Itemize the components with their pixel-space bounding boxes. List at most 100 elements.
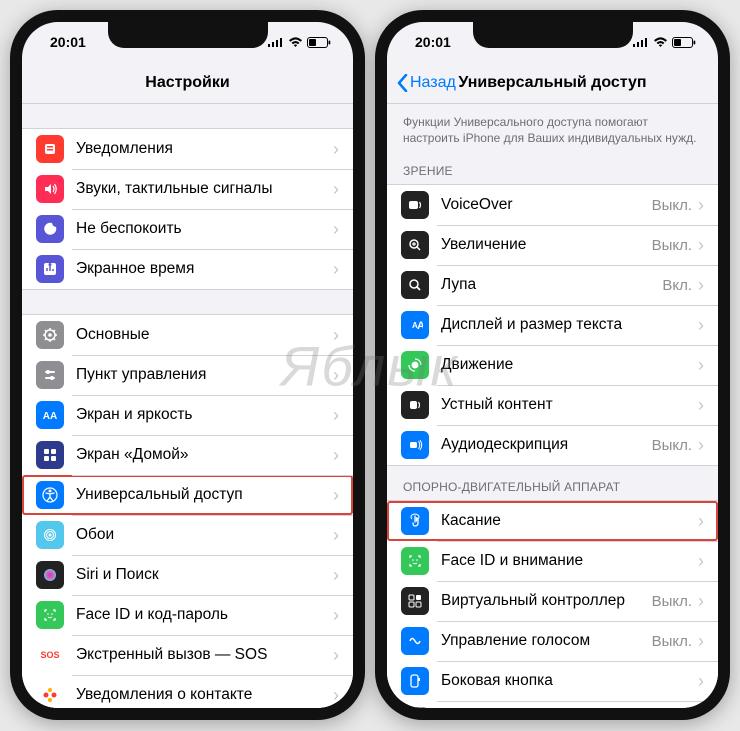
display-icon: AA [36,401,64,429]
battery-icon [307,37,331,48]
chevron-right-icon: › [333,365,339,386]
row-label: Обои [76,526,333,544]
row-value: Выкл. [652,237,692,254]
settings-row-siri[interactable]: Siri и Поиск› [22,555,353,595]
content-left[interactable]: Уведомления›Звуки, тактильные сигналы›Не… [22,104,353,708]
row-label: Лупа [441,276,662,294]
section-header-vision: ЗРЕНИЕ [387,150,718,184]
chevron-right-icon: › [333,139,339,160]
page-title: Универсальный доступ [458,74,646,92]
audiodesc-icon [401,431,429,459]
chevron-right-icon: › [333,485,339,506]
sos-icon: SOS [36,641,64,669]
row-label: Основные [76,326,333,344]
settings-row-faceid[interactable]: Face ID и код-пароль› [22,595,353,635]
row-label: Уведомления [76,140,333,158]
svg-text:A: A [417,320,423,332]
row-label: Экран и яркость [76,406,333,424]
faceid-att-icon [401,547,429,575]
settings-row-screentime[interactable]: Экранное время› [22,249,353,289]
touch-icon [401,507,429,535]
settings-row-controlcenter[interactable]: Пункт управления› [22,355,353,395]
settings-row-wallpaper[interactable]: Обои› [22,515,353,555]
row-label: Виртуальный контроллер [441,592,652,610]
chevron-right-icon: › [698,591,704,612]
settings-row-textsize[interactable]: AAДисплей и размер текста› [387,305,718,345]
settings-row-audiodesc[interactable]: АудиодескрипцияВыкл.› [387,425,718,465]
row-label: Увеличение [441,236,652,254]
screentime-icon [36,255,64,283]
settings-row-dnd[interactable]: Не беспокоить› [22,209,353,249]
notch [108,22,268,48]
row-label: Дисплей и размер текста [441,316,698,334]
signal-icon [633,37,649,47]
settings-row-sidebutton[interactable]: Боковая кнопка› [387,661,718,701]
row-value: Вкл. [662,277,692,294]
settings-row-touch[interactable]: Касание› [387,501,718,541]
phone-left: 20:01 Настройки Уведомления›Звуки, такти… [10,10,365,720]
row-label: Пункт управления [76,366,333,384]
chevron-right-icon: › [698,235,704,256]
settings-row-switchcontrol[interactable]: Виртуальный контроллерВыкл.› [387,581,718,621]
settings-row-voiceover[interactable]: VoiceOverВыкл.› [387,185,718,225]
settings-row-sos[interactable]: SOSЭкстренный вызов — SOS› [22,635,353,675]
settings-row-display[interactable]: AA Экран и яркость› [22,395,353,435]
chevron-right-icon: › [333,645,339,666]
settings-row-notifications[interactable]: Уведомления› [22,129,353,169]
chevron-right-icon: › [333,405,339,426]
back-label: Назад [410,74,456,92]
row-label: Аудиодескрипция [441,436,652,454]
row-label: Звуки, тактильные сигналы [76,180,333,198]
settings-row-homescreen[interactable]: Экран «Домой»› [22,435,353,475]
homescreen-icon [36,441,64,469]
chevron-left-icon [397,74,408,92]
chevron-right-icon: › [333,179,339,200]
chevron-right-icon: › [698,551,704,572]
row-label: Движение [441,356,698,374]
settings-row-sounds[interactable]: Звуки, тактильные сигналы› [22,169,353,209]
notifications-icon [36,135,64,163]
svg-text:AA: AA [43,411,57,422]
navbar: Назад Универсальный доступ [387,62,718,104]
faceid-icon [36,601,64,629]
siri-icon [36,561,64,589]
settings-row-spoken[interactable]: Устный контент› [387,385,718,425]
content-right[interactable]: Функции Универсального доступа помогают … [387,104,718,708]
general-icon [36,321,64,349]
chevron-right-icon: › [333,605,339,626]
navbar: Настройки [22,62,353,104]
accessibility-icon [36,481,64,509]
row-label: Уведомления о контакте [76,686,333,704]
chevron-right-icon: › [333,565,339,586]
settings-row-accessibility[interactable]: Универсальный доступ› [22,475,353,515]
chevron-right-icon: › [698,275,704,296]
sounds-icon [36,175,64,203]
textsize-icon: AA [401,311,429,339]
back-button[interactable]: Назад [397,74,456,92]
row-label: Касание [441,512,698,530]
page-title: Настройки [145,74,229,92]
section-note: Функции Универсального доступа помогают … [387,104,718,150]
phone-right: 20:01 Назад Универсальный доступ Функции… [375,10,730,720]
settings-row-zoom[interactable]: УвеличениеВыкл. › [387,225,718,265]
switchcontrol-icon [401,587,429,615]
status-time: 20:01 [415,34,451,50]
row-label: Face ID и внимание [441,552,698,570]
chevron-right-icon: › [333,525,339,546]
settings-row-general[interactable]: Основные› [22,315,353,355]
settings-row-voicecontrol[interactable]: Управление голосомВыкл.› [387,621,718,661]
settings-row-faceid-att[interactable]: Face ID и внимание› [387,541,718,581]
chevron-right-icon: › [698,195,704,216]
chevron-right-icon: › [333,685,339,706]
row-value: Выкл. [652,633,692,650]
settings-row-motion[interactable]: Движение› [387,345,718,385]
settings-row-appletv[interactable]: Пульт Apple TV› [387,701,718,708]
chevron-right-icon: › [698,511,704,532]
settings-row-magnifier[interactable]: ЛупаВкл. › [387,265,718,305]
chevron-right-icon: › [698,435,704,456]
row-value: Выкл. [652,197,692,214]
wifi-icon [653,37,668,48]
settings-row-exposure[interactable]: Уведомления о контакте› [22,675,353,708]
voiceover-icon [401,191,429,219]
exposure-icon [36,681,64,708]
